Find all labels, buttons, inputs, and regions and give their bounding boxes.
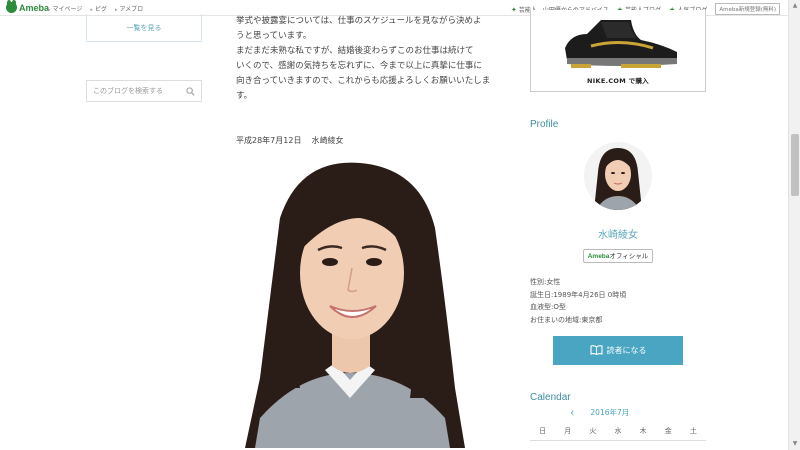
profile-blood-type: 血液型:O型 <box>530 303 566 311</box>
article-line: うと思っています。 <box>236 31 312 41</box>
article-line: まだまだ未熟な私ですが、結婚後変わらずこのお仕事は続けて <box>236 46 474 56</box>
search-icon[interactable] <box>186 86 195 96</box>
weekday-fri: 金 <box>664 427 672 435</box>
sneaker-image <box>565 20 677 68</box>
ameba-logo-text: Ameba <box>19 2 50 13</box>
register-button[interactable]: Ameba新規登録(無料) <box>715 3 780 15</box>
article-line: す。 <box>236 91 253 101</box>
article-date: 平成28年7月12日 <box>236 136 302 145</box>
calendar-heading: Calendar <box>530 392 571 403</box>
calendar-month: 2016年7月 <box>590 408 630 417</box>
view-list-button[interactable]: 一覧を見る <box>86 14 202 42</box>
profile-heading: Profile <box>530 119 559 130</box>
article-line: いくので、感謝の気持ちを忘れずに、今まで以上に真摯に仕事に <box>236 61 482 71</box>
weekday-tue: 火 <box>589 427 597 435</box>
calendar-nav: ‹ 2016年7月 <box>570 406 680 419</box>
article-line: 挙式や披露宴については、仕事のスケジュールを見ながら決めよ <box>236 16 482 26</box>
article-signoff: 平成28年7月12日 水崎綾女 <box>236 135 343 146</box>
nav-link-ameblo[interactable]: アメブロ <box>115 4 143 13</box>
weekday-wed: 水 <box>614 427 622 435</box>
become-reader-button[interactable]: 読者になる <box>553 336 683 365</box>
nav-link-pigg[interactable]: ピグ <box>90 4 107 13</box>
article-photo <box>240 158 470 448</box>
become-reader-label: 読者になる <box>606 346 647 355</box>
blog-search-box <box>86 80 202 102</box>
official-badge: Amebaオフィシャル <box>583 249 653 263</box>
weekday-mon: 月 <box>564 427 572 435</box>
ad-caption[interactable]: NIKE.COM で購入 <box>531 75 705 85</box>
profile-birthday: 誕生日:1989年4月26日 0時頃 <box>530 290 627 299</box>
profile-info: 性別:女性 誕生日:1989年4月26日 0時頃 血液型:O型 お住まいの地域:… <box>530 276 626 326</box>
nav-link-mypage[interactable]: マイページ <box>48 4 83 13</box>
article-body: 挙式や披露宴については、仕事のスケジュールを見ながら決めよ うと思っています。 … <box>236 14 498 104</box>
calendar-weekdays: 日 月 火 水 木 金 土 <box>530 426 706 441</box>
blog-search-input[interactable] <box>93 87 186 95</box>
ameba-logo-icon <box>6 0 17 13</box>
scrollbar-thumb[interactable] <box>791 134 799 196</box>
official-brand: Ameba <box>587 253 610 260</box>
weekday-thu: 木 <box>639 427 647 435</box>
avatar[interactable] <box>584 142 652 210</box>
profile-gender: 性別:女性 <box>530 278 561 286</box>
chevron-left-icon[interactable]: ‹ <box>570 406 574 419</box>
weekday-sat: 土 <box>689 427 697 435</box>
star-icon: ✦ <box>511 5 517 14</box>
page-scrollbar[interactable]: ▲ ▼ <box>788 0 800 450</box>
article-author: 水崎綾女 <box>311 136 344 145</box>
weekday-sun: 日 <box>539 427 547 435</box>
scroll-down-icon[interactable]: ▼ <box>791 440 799 448</box>
book-icon <box>589 344 603 357</box>
nike-ad-banner[interactable]: NIKE.COM で購入 <box>530 10 706 92</box>
profile-name[interactable]: 水崎綾女 <box>530 226 706 241</box>
top-nav-links: マイページ ピグ アメブロ <box>48 4 144 13</box>
ameba-logo[interactable]: Ameba <box>6 0 50 13</box>
profile-location: お住まいの地域:東京都 <box>530 315 603 324</box>
official-label: オフィシャル <box>609 252 649 260</box>
article-line: 向き合っていきますので、これからも応援よろしくお願いいたしま <box>236 76 491 86</box>
scroll-up-icon[interactable]: ▲ <box>791 2 799 10</box>
